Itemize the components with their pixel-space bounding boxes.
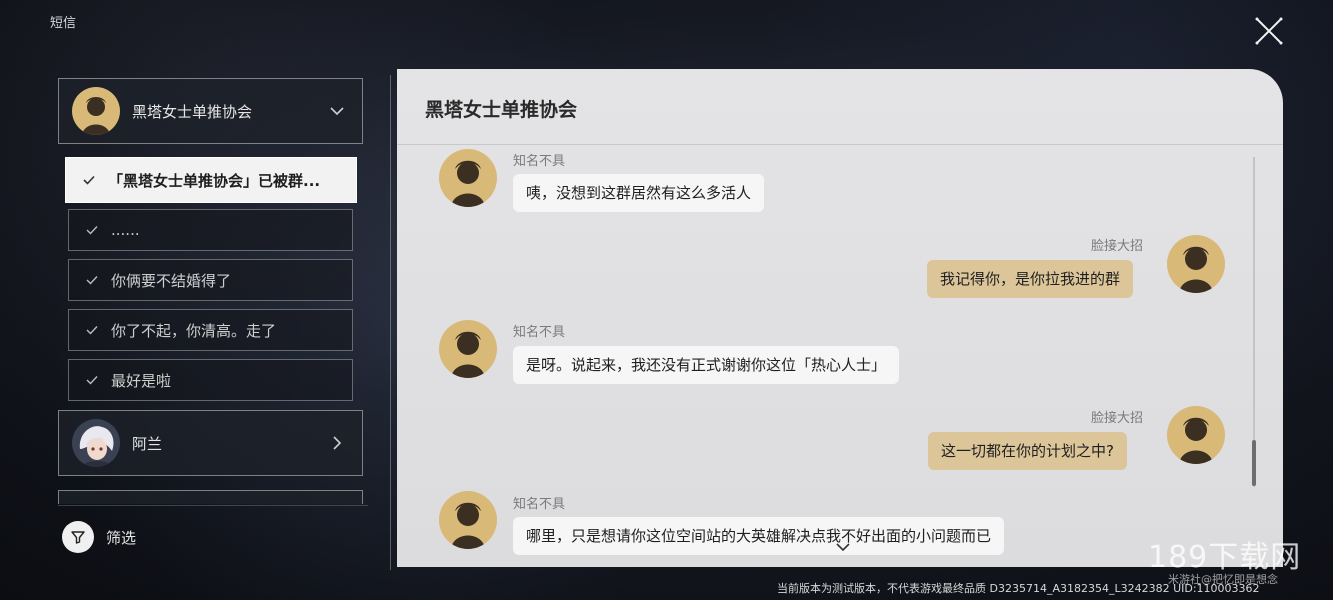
message-bubble: 哪里，只是想请你这位空间站的大英雄解决点我不好出面的小问题而已 — [513, 517, 1005, 555]
chat-frame-line — [390, 75, 396, 570]
divider — [58, 505, 368, 506]
silhouette-avatar-icon — [439, 149, 497, 207]
silhouette-avatar-icon — [72, 87, 120, 135]
close-icon — [1255, 17, 1283, 45]
silhouette-avatar-icon — [439, 491, 497, 549]
check-icon — [85, 273, 99, 287]
thread-item-3[interactable]: 你了不起，你清高。走了 — [68, 309, 353, 351]
chat-header: 黑塔女士单推协会 — [397, 69, 1283, 145]
sender-name: 脸接大招 — [1091, 239, 1144, 254]
watermark-logo: 189下载网 — [1148, 540, 1302, 575]
filter-button[interactable]: 筛选 — [62, 521, 136, 553]
scrollbar-track[interactable] — [1253, 157, 1255, 487]
silhouette-avatar-icon — [439, 320, 497, 378]
avatar — [72, 419, 120, 467]
thread-label: 「黑塔女士单推协会」已被群... — [108, 171, 321, 190]
avatar[interactable] — [439, 149, 497, 207]
app-title: 短信 — [50, 16, 77, 31]
check-icon — [85, 373, 99, 387]
silhouette-avatar-icon — [1167, 406, 1225, 464]
sender-name: 知名不具 — [513, 325, 566, 340]
silhouette-avatar-icon — [1167, 235, 1225, 293]
avatar[interactable] — [439, 491, 497, 549]
contact-name: 阿兰 — [132, 434, 163, 453]
contact-alan[interactable]: 阿兰 — [58, 410, 363, 476]
contact-group-chat[interactable]: 黑塔女士单推协会 — [58, 78, 363, 144]
watermark-text: 米游社@把忆即是想念 — [1168, 573, 1278, 586]
chat-title: 黑塔女士单推协会 — [425, 99, 578, 121]
filter-label: 筛选 — [106, 528, 137, 547]
message-bubble: 是呀。说起来，我还没有正式谢谢你这位「热心人士」 — [513, 346, 900, 384]
filter-icon — [62, 521, 94, 553]
sender-name: 脸接大招 — [1091, 411, 1144, 426]
contact-partial[interactable] — [58, 490, 363, 504]
sender-name: 知名不具 — [513, 154, 566, 169]
chat-panel: 黑塔女士单推协会 知名不具 咦，没想到这群居然有这么多活人 脸接大招 我记得你，… — [397, 69, 1283, 567]
scrollbar-thumb[interactable] — [1252, 440, 1256, 486]
message-bubble: 这一切都在你的计划之中? — [928, 432, 1127, 470]
thread-label: 你俩要不结婚得了 — [111, 271, 232, 290]
thread-item-2[interactable]: 你俩要不结婚得了 — [68, 259, 353, 301]
thread-label: ...... — [111, 221, 140, 239]
thread-label: 你了不起，你清高。走了 — [111, 321, 277, 340]
check-icon — [85, 323, 99, 337]
thread-item-1[interactable]: ...... — [68, 209, 353, 251]
avatar[interactable] — [1167, 235, 1225, 293]
avatar[interactable] — [439, 320, 497, 378]
chevron-down-icon[interactable] — [834, 541, 852, 553]
avatar[interactable] — [1167, 406, 1225, 464]
contact-name: 黑塔女士单推协会 — [132, 102, 253, 121]
chevron-down-icon — [328, 102, 346, 120]
message-bubble: 我记得你，是你拉我进的群 — [927, 260, 1134, 298]
chevron-right-icon — [328, 434, 346, 452]
sender-name: 知名不具 — [513, 497, 566, 512]
check-icon — [85, 223, 99, 237]
avatar — [72, 87, 120, 135]
check-icon — [82, 173, 96, 187]
close-button[interactable] — [1252, 14, 1286, 48]
character-avatar-icon — [72, 419, 120, 467]
thread-item-0[interactable]: 「黑塔女士单推协会」已被群... — [65, 157, 357, 203]
message-bubble: 咦，没想到这群居然有这么多活人 — [513, 174, 765, 212]
thread-item-4[interactable]: 最好是啦 — [68, 359, 353, 401]
thread-label: 最好是啦 — [111, 371, 172, 390]
